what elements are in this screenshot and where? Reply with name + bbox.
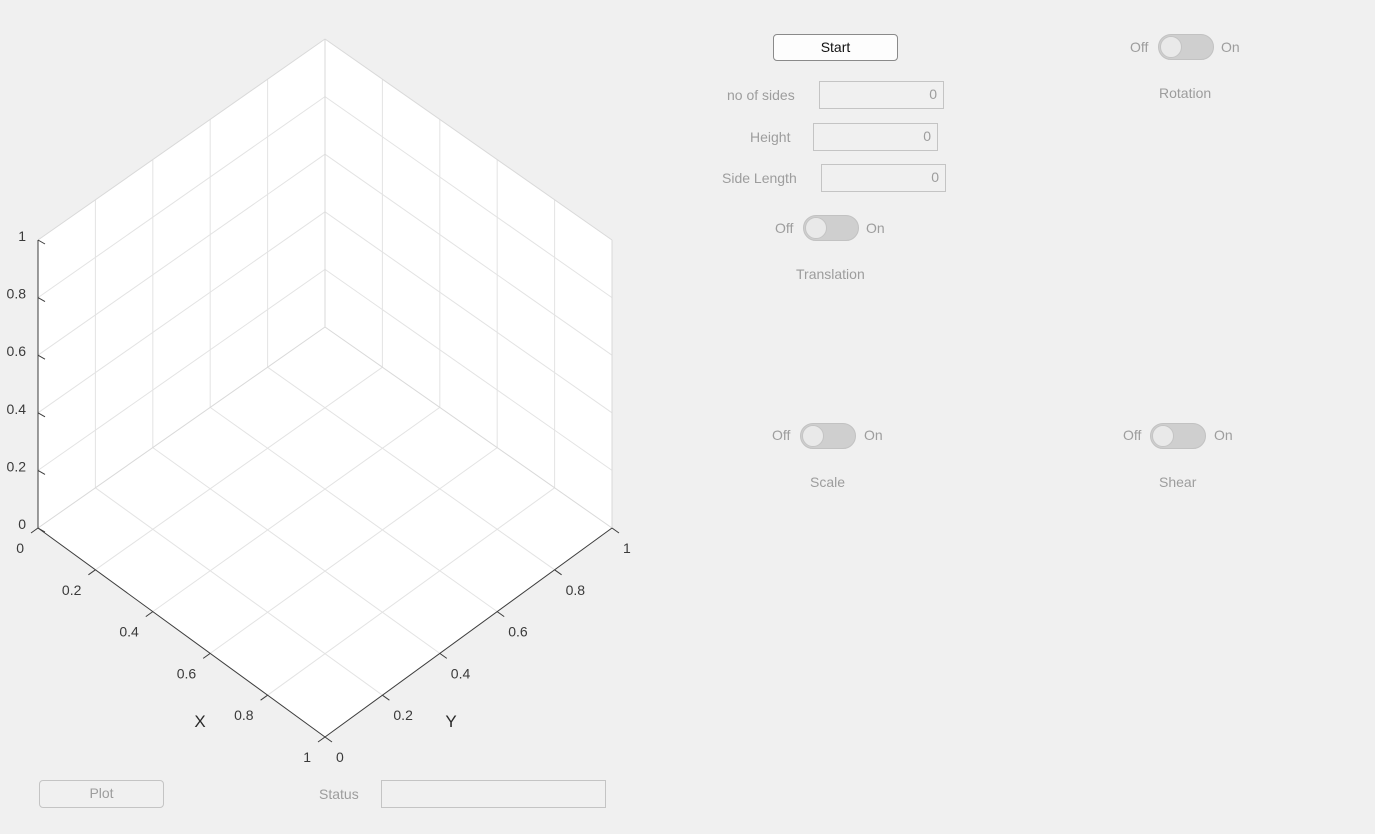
y-tick	[611, 527, 620, 534]
translation-switch[interactable]	[803, 215, 859, 241]
x-tick-label: 0.2	[62, 582, 82, 598]
rotation-switch[interactable]	[1158, 34, 1214, 60]
x-tick	[317, 736, 326, 743]
status-label: Status	[319, 786, 359, 802]
x-tick	[88, 569, 96, 576]
side-length-field[interactable]: 0	[821, 164, 946, 192]
y-tick-label: 0	[336, 749, 344, 765]
no-of-sides-label: no of sides	[727, 87, 795, 103]
x-tick	[202, 652, 211, 659]
3d-axes[interactable]: 0 0.2 0.4 0.6 0.8 1 0 0.2 0.4 0.6 0.8 1 0 0.2 0.4 0.6 0.…	[0, 0, 650, 770]
y-axis-label: Y	[445, 712, 456, 731]
scale-switch[interactable]	[800, 423, 856, 449]
x-tick-label: 0.8	[234, 707, 254, 723]
status-field	[381, 780, 606, 808]
start-button[interactable]: Start	[773, 34, 898, 61]
switch-knob	[802, 425, 824, 447]
translation-on-label: On	[866, 220, 885, 236]
x-tick	[145, 611, 154, 618]
shear-label: Shear	[1159, 474, 1197, 490]
shear-off-label: Off	[1123, 427, 1142, 443]
y-tick	[554, 569, 562, 576]
x-tick	[30, 527, 39, 534]
no-of-sides-field[interactable]: 0	[819, 81, 944, 109]
rotation-label: Rotation	[1159, 85, 1212, 101]
rotation-on-label: On	[1221, 39, 1240, 55]
height-label: Height	[750, 129, 791, 145]
y-tick	[324, 736, 333, 743]
translation-label: Translation	[796, 266, 865, 282]
x-axis-label: X	[194, 712, 205, 731]
y-tick-label: 0.4	[451, 665, 471, 681]
shear-on-label: On	[1214, 427, 1233, 443]
x-tick-label: 0	[16, 540, 24, 556]
y-tick-label: 0.2	[393, 707, 413, 723]
scale-on-label: On	[864, 427, 883, 443]
y-tick-label: 1	[623, 540, 631, 556]
y-tick	[382, 694, 390, 701]
x-tick	[260, 694, 268, 701]
plot-button[interactable]: Plot	[39, 780, 164, 808]
y-tick	[439, 652, 448, 659]
y-tick-label: 0.6	[508, 624, 528, 640]
x-tick-label: 0.6	[177, 665, 197, 681]
translation-off-label: Off	[775, 220, 794, 236]
x-tick-label: 0.4	[119, 624, 139, 640]
z-tick-label: 0.8	[7, 286, 27, 302]
y-tick-label: 0.8	[566, 582, 586, 598]
height-field[interactable]: 0	[813, 123, 938, 151]
z-tick-label: 1	[18, 228, 26, 244]
z-tick-label: 0	[18, 516, 26, 532]
scale-off-label: Off	[772, 427, 791, 443]
z-tick-label: 0.6	[7, 343, 27, 359]
side-length-label: Side Length	[722, 170, 797, 186]
switch-knob	[1152, 425, 1174, 447]
x-tick-label: 1	[303, 749, 311, 765]
rotation-off-label: Off	[1130, 39, 1149, 55]
z-tick-label: 0.2	[7, 458, 27, 474]
y-tick	[496, 611, 505, 618]
switch-knob	[805, 217, 827, 239]
z-tick-label: 0.4	[7, 401, 27, 417]
switch-knob	[1160, 36, 1182, 58]
scale-label: Scale	[810, 474, 846, 490]
shear-switch[interactable]	[1150, 423, 1206, 449]
